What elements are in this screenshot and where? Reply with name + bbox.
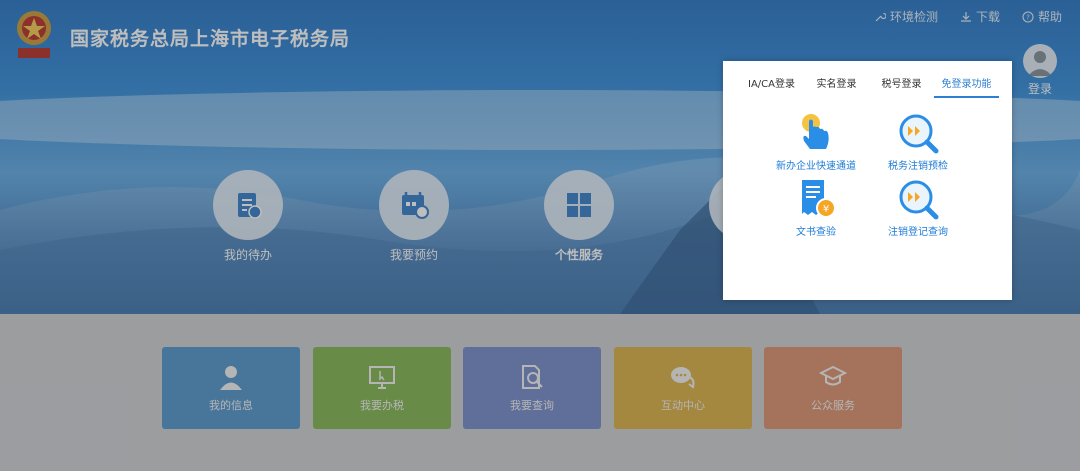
login-tabs: IA/CA登录 实名登录 税号登录 免登录功能 <box>739 75 999 98</box>
func-new-enterprise[interactable]: 新办企业快速通道 <box>761 111 871 172</box>
func-label: 文书查验 <box>796 227 836 238</box>
func-label: 税务注销预检 <box>888 161 948 172</box>
search-arrow-icon <box>899 180 939 220</box>
login-panel: IA/CA登录 实名登录 税号登录 免登录功能 新办企业快速通道 税务注销预检 … <box>723 61 1012 300</box>
func-deregister-precheck[interactable]: 税务注销预检 <box>863 111 973 172</box>
svg-text:¥: ¥ <box>823 204 829 215</box>
search-arrow-icon <box>899 114 939 154</box>
func-label: 注销登记查询 <box>888 227 948 238</box>
tap-hand-icon <box>802 114 829 149</box>
tab-ia-ca-login[interactable]: IA/CA登录 <box>739 75 804 98</box>
tab-no-login-functions[interactable]: 免登录功能 <box>934 75 999 98</box>
tab-realname-login[interactable]: 实名登录 <box>804 75 869 98</box>
tab-taxid-login[interactable]: 税号登录 <box>869 75 934 98</box>
func-deregister-query[interactable]: 注销登记查询 <box>863 177 973 238</box>
func-document-verify[interactable]: ¥ 文书查验 <box>761 177 871 238</box>
receipt-yuan-icon: ¥ <box>802 180 836 218</box>
func-label: 新办企业快速通道 <box>776 161 856 172</box>
